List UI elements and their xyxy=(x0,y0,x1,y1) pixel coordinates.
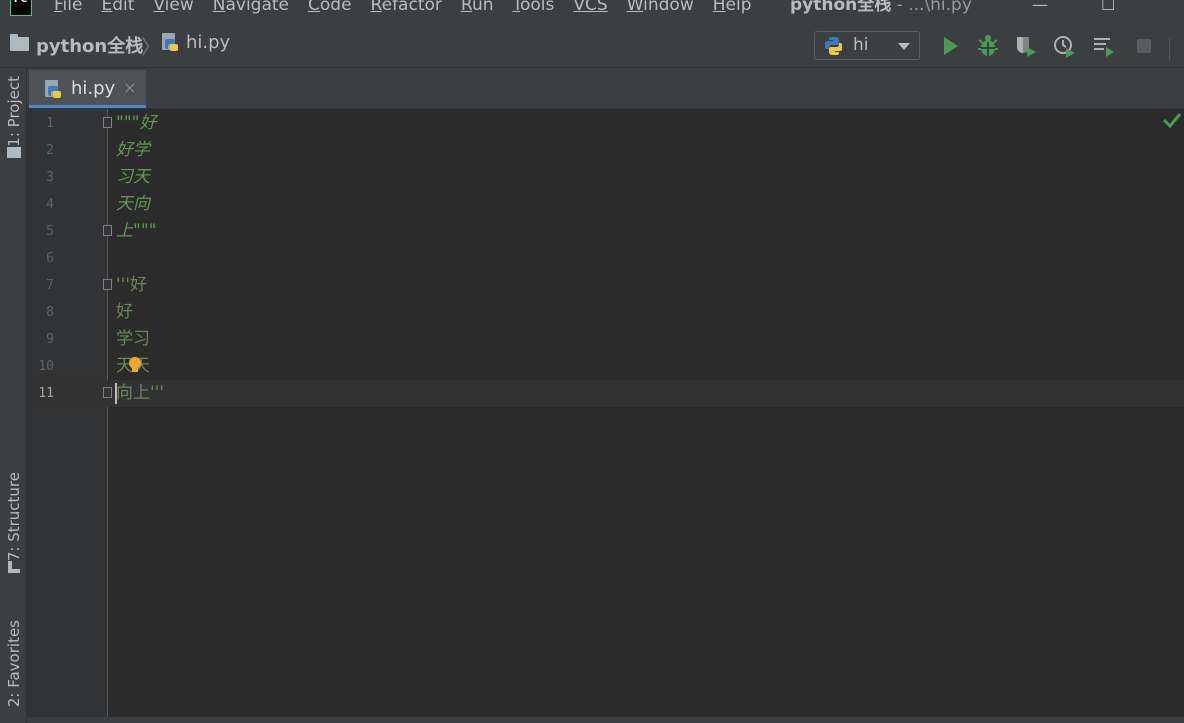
line-number: 6 xyxy=(46,251,54,266)
run-configuration-select[interactable]: hi xyxy=(814,31,920,60)
line-number: 4 xyxy=(46,197,54,212)
line-number: 8 xyxy=(46,305,54,320)
structure-icon xyxy=(7,561,20,574)
run-configuration-label: hi xyxy=(853,35,869,55)
profile-icon[interactable] xyxy=(1052,34,1076,58)
code-line-current[interactable]: 11 向上''' xyxy=(27,380,1184,407)
fold-marker-icon[interactable] xyxy=(103,225,112,236)
window-title: python全栈 - ...\hi.py xyxy=(790,0,972,16)
python-icon xyxy=(825,37,842,55)
code-line[interactable]: 9 学习 xyxy=(27,326,1184,353)
code-line[interactable]: 6 xyxy=(27,245,1184,272)
toolbar-separator xyxy=(1169,38,1170,60)
tab-label: hi.py xyxy=(71,78,116,99)
menu-help[interactable]: Help xyxy=(713,0,752,16)
menu-run[interactable]: Run xyxy=(461,0,494,16)
debug-icon[interactable] xyxy=(976,34,1000,58)
project-tool-label: 1: Project xyxy=(4,76,23,147)
maximize-button[interactable]: ☐ xyxy=(1101,0,1115,16)
check-icon[interactable] xyxy=(1161,109,1183,131)
line-number: 10 xyxy=(38,359,54,374)
menu-vcs[interactable]: VCS xyxy=(573,0,607,16)
code-line[interactable]: 10 天天 xyxy=(27,353,1184,380)
line-number: 7 xyxy=(46,278,54,293)
line-number: 2 xyxy=(46,143,54,158)
fold-marker-icon[interactable] xyxy=(103,117,112,128)
breadcrumb-project[interactable]: python全栈 xyxy=(10,32,143,58)
code-text: 天向 xyxy=(116,194,150,214)
python-file-icon xyxy=(162,32,178,51)
minimize-button[interactable]: — xyxy=(1032,0,1048,16)
line-number: 11 xyxy=(38,386,54,401)
line-number: 3 xyxy=(46,170,54,185)
app-logo-icon: PC xyxy=(10,0,32,16)
code-text: 上""" xyxy=(116,221,157,241)
menu-code[interactable]: Code xyxy=(308,0,352,16)
code-text: 学习 xyxy=(116,329,150,349)
breadcrumb-file[interactable]: hi.py xyxy=(160,32,230,53)
code-text: 习天 xyxy=(116,167,150,187)
menu-navigate[interactable]: Navigate xyxy=(213,0,289,16)
code-line[interactable]: 2 好学 xyxy=(27,137,1184,164)
favorites-tool-tab[interactable]: 2: Favorites xyxy=(0,620,27,707)
code-line[interactable]: 8 好 xyxy=(27,299,1184,326)
breadcrumb-project-label: python全栈 xyxy=(36,36,144,57)
menu-items: File Edit View Navigate Code Refactor Ru… xyxy=(54,0,771,16)
structure-tool-tab[interactable]: 7: Structure xyxy=(0,472,27,581)
breadcrumb-file-label: hi.py xyxy=(186,32,231,53)
code-editor[interactable]: 1 """好 2 好学 3 习天 4 天向 5 上""" 6 7 '''好 8 … xyxy=(27,109,1184,717)
favorites-tool-label: 2: Favorites xyxy=(4,620,23,708)
code-line[interactable]: 4 天向 xyxy=(27,191,1184,218)
structure-tool-label: 7: Structure xyxy=(4,472,23,562)
menu-file[interactable]: File xyxy=(54,0,82,16)
code-text: 向上''' xyxy=(116,383,165,403)
tab-hi-py[interactable]: hi.py × xyxy=(29,70,146,108)
project-tool-tab[interactable]: 1: Project xyxy=(0,76,27,166)
run-list-icon[interactable] xyxy=(1092,34,1116,58)
navigation-bar: python全栈 〉 hi.py hi xyxy=(0,18,1184,68)
left-tool-strip: 1: Project 7: Structure 2: Favorites xyxy=(0,68,27,723)
python-file-icon xyxy=(45,80,61,98)
code-text: 好 xyxy=(116,302,133,322)
code-line[interactable]: 3 习天 xyxy=(27,164,1184,191)
editor-tab-bar: hi.py × xyxy=(27,68,1184,109)
menu-window[interactable]: Window xyxy=(627,0,694,16)
code-line[interactable]: 7 '''好 xyxy=(27,272,1184,299)
code-text: """好 xyxy=(116,113,157,133)
code-text: '''好 xyxy=(116,275,148,295)
stop-icon[interactable] xyxy=(1132,34,1156,58)
close-icon[interactable]: × xyxy=(123,78,136,97)
menu-view[interactable]: View xyxy=(153,0,193,16)
bottom-status-strip xyxy=(27,717,1184,723)
code-line[interactable]: 5 上""" xyxy=(27,218,1184,245)
dropdown-arrow-icon xyxy=(898,43,910,50)
folder-icon xyxy=(10,34,29,51)
folder-icon xyxy=(6,146,21,158)
window-title-path: - ...\hi.py xyxy=(891,0,972,15)
window-title-project: python全栈 xyxy=(790,0,892,15)
run-icon[interactable] xyxy=(938,34,962,58)
lightbulb-icon[interactable] xyxy=(127,357,143,373)
code-text: 好学 xyxy=(116,140,150,160)
breadcrumb-separator: 〉 xyxy=(141,35,161,59)
menu-refactor[interactable]: Refactor xyxy=(371,0,442,16)
line-number: 5 xyxy=(46,224,54,239)
code-line[interactable]: 1 """好 xyxy=(27,110,1184,137)
fold-marker-icon[interactable] xyxy=(103,387,112,398)
menu-bar: PC File Edit View Navigate Code Refactor… xyxy=(0,0,1184,18)
coverage-icon[interactable] xyxy=(1014,34,1038,58)
menu-edit[interactable]: Edit xyxy=(101,0,134,16)
fold-marker-icon[interactable] xyxy=(103,279,112,290)
menu-tools[interactable]: Tools xyxy=(513,0,555,16)
line-number: 9 xyxy=(46,332,54,347)
line-number: 1 xyxy=(46,116,54,131)
